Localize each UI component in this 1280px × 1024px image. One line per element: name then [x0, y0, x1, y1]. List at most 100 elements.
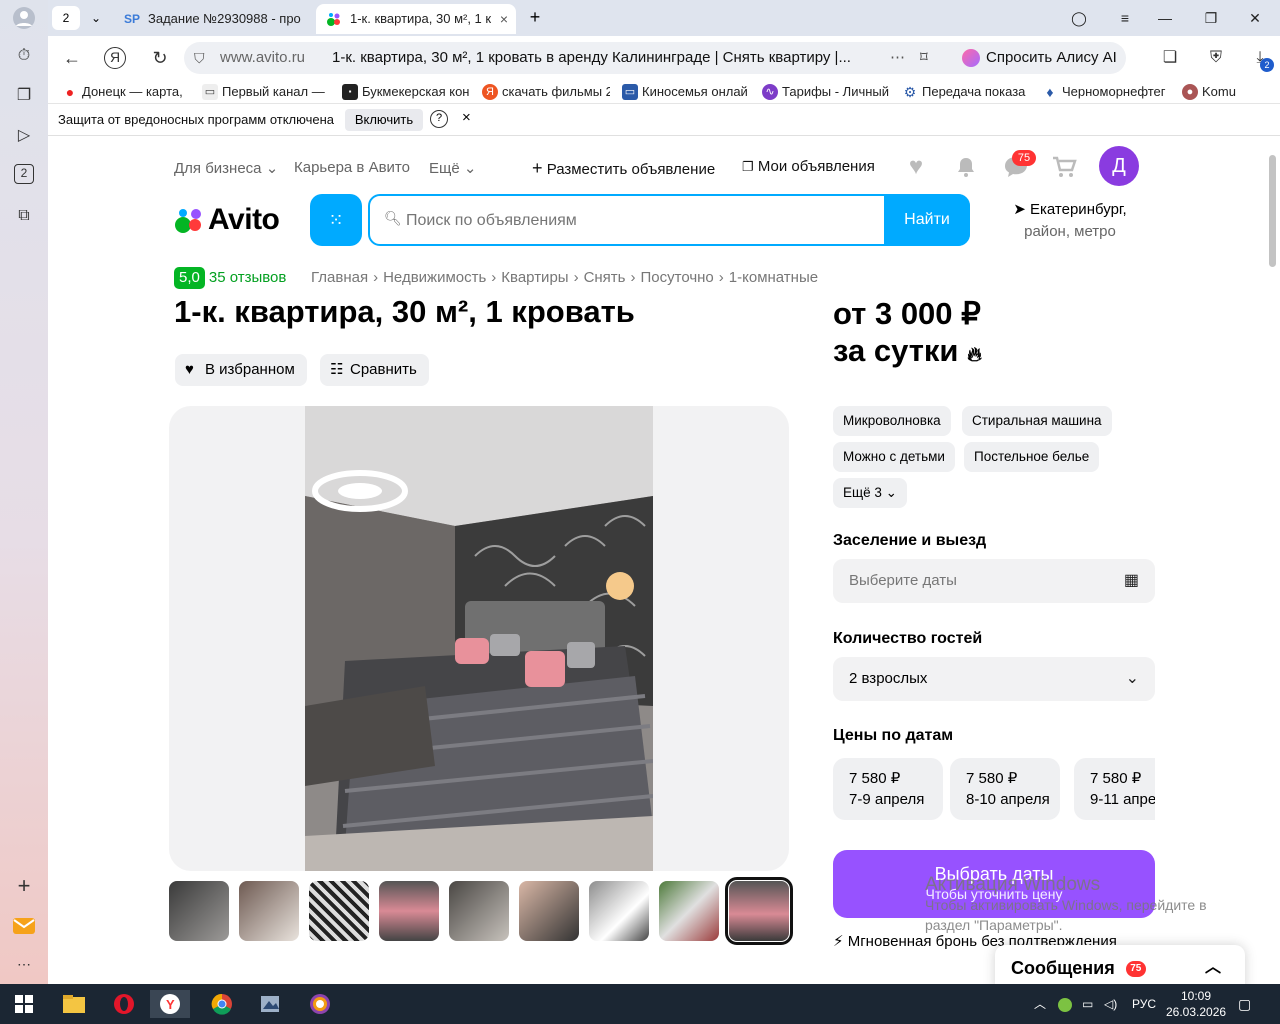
yandex-browser-icon[interactable]: Y [150, 990, 190, 1018]
search-input[interactable] [406, 208, 866, 234]
translate-icon[interactable]: ⛨ [1204, 46, 1228, 70]
url-bar[interactable]: ⛉ www.avito.ru 1-к. квартира, 30 м², 1 к… [184, 42, 994, 74]
cart-icon[interactable] [1050, 153, 1078, 181]
price-card[interactable]: 7 580 ₽9-11 апреля [1074, 758, 1155, 820]
thumbnail[interactable] [309, 881, 369, 941]
shield-icon[interactable]: ⛉ [194, 42, 205, 74]
network-icon[interactable]: ▭ [1082, 984, 1093, 1024]
account-icon[interactable]: ◯ [1064, 6, 1094, 30]
breadcrumb-item[interactable]: 1-комнатные [729, 269, 818, 286]
new-tab-button[interactable]: + [524, 7, 546, 29]
seller-rating[interactable]: 5,0 35 отзывов [174, 267, 286, 289]
breadcrumb-item[interactable]: Главная [311, 269, 368, 286]
thumbnail[interactable] [169, 881, 229, 941]
bookmark-item[interactable]: ∿ Тарифы - Личный [762, 83, 890, 101]
bookmark-item[interactable]: ▭ Киносемья онлай [622, 83, 750, 101]
tray-app-icon[interactable] [1058, 984, 1072, 1024]
more-icon[interactable]: ⋯ [12, 952, 36, 976]
close-infobar-icon[interactable]: × [462, 109, 471, 126]
language-indicator[interactable]: РУС [1132, 984, 1156, 1024]
profile-icon[interactable] [12, 6, 36, 30]
media-icon[interactable]: ▷ [12, 124, 36, 148]
user-avatar[interactable]: Д [1099, 146, 1139, 186]
app-icon[interactable] [250, 990, 290, 1018]
bookmark-icon[interactable]: ⌑ [920, 42, 928, 74]
avito-logo-icon[interactable] [175, 207, 205, 233]
breadcrumb-item[interactable]: Снять [584, 269, 626, 286]
favorite-button[interactable]: ♥ В избранном [175, 354, 307, 386]
more-link[interactable]: Ещё ⌄ [429, 159, 476, 177]
bookmark-item[interactable]: ♦ Черноморнефтег [1042, 83, 1170, 101]
bookmark-item[interactable]: ▪ Букмекерская кон [342, 83, 470, 101]
reader-icon[interactable]: ❏ [1158, 46, 1182, 70]
price-card[interactable]: 7 580 ₽7-9 апреля [833, 758, 943, 820]
add-icon[interactable]: + [12, 874, 36, 898]
career-link[interactable]: Карьера в Авито [294, 159, 410, 176]
bookmark-item[interactable]: ▭ Первый канал — с [202, 83, 326, 101]
thumbnail[interactable] [379, 881, 439, 941]
tab-task[interactable]: SP Задание №2930988 - про [114, 4, 310, 34]
mail-icon[interactable] [12, 914, 36, 938]
search-button[interactable]: Найти [884, 194, 970, 246]
back-icon[interactable]: ← [60, 46, 84, 70]
thumbnail[interactable] [589, 881, 649, 941]
messages-panel[interactable]: Сообщения 75 ︿ [995, 945, 1245, 984]
explorer-icon[interactable] [54, 990, 94, 1018]
for-business-link[interactable]: Для бизнеса ⌄ [174, 159, 278, 177]
reload-icon[interactable]: ↻ [148, 46, 172, 70]
ask-alice-button[interactable]: Спросить Алису AI [954, 42, 1126, 74]
notifications-bell-icon[interactable] [952, 153, 980, 181]
avito-logo[interactable]: Avito [208, 203, 280, 237]
more-tags-button[interactable]: Ещё 3 ⌄ [833, 478, 907, 508]
bookmark-item[interactable]: ⚙ Передача показа [902, 83, 1030, 101]
tab-group-icon[interactable]: 2 [14, 164, 34, 184]
thumbnail[interactable] [449, 881, 509, 941]
dates-field[interactable]: Выберите даты ▦ [833, 559, 1155, 603]
enable-protection-button[interactable]: Включить [345, 109, 423, 131]
reviews-link[interactable]: 35 отзывов [209, 269, 287, 286]
post-ad-button[interactable]: + Разместить объявление [532, 158, 715, 179]
history-icon[interactable]: ⏱ [12, 44, 36, 68]
collections-icon[interactable]: ❐ [12, 84, 36, 108]
page-scrollbar[interactable] [1266, 137, 1280, 984]
location-selector[interactable]: ➤ Екатеринбург, район, метро [1000, 199, 1140, 243]
screenshot-icon[interactable]: ⧉ [12, 204, 36, 228]
breadcrumb-item[interactable]: Посуточно [641, 269, 714, 286]
notifications-icon[interactable]: ▢ [1238, 984, 1251, 1024]
windows-start-icon[interactable] [4, 990, 44, 1018]
thumbnail[interactable] [659, 881, 719, 941]
thumbnail[interactable] [239, 881, 299, 941]
restore-button[interactable]: ❐ [1196, 6, 1226, 30]
opera-icon[interactable] [104, 990, 144, 1018]
thumbnail[interactable] [519, 881, 579, 941]
bookmark-item[interactable]: Яскачать фильмы 2 [482, 83, 610, 101]
clock[interactable]: 10:09 26.03.2026 [1166, 988, 1226, 1020]
price-card[interactable]: 7 580 ₽8-10 апреля [950, 758, 1060, 820]
volume-icon[interactable]: ◁) [1104, 984, 1117, 1024]
favorites-heart-icon[interactable]: ♥ [902, 153, 930, 181]
close-tab-icon[interactable]: × [500, 4, 508, 34]
tab-counter[interactable]: 2 [52, 6, 80, 30]
paint-icon[interactable] [300, 990, 340, 1018]
menu-icon[interactable]: ≡ [1110, 6, 1140, 30]
thumbnail-selected[interactable] [725, 877, 793, 945]
photo-gallery[interactable] [169, 406, 789, 871]
compare-button[interactable]: ☷ Сравнить [320, 354, 429, 386]
bookmark-item[interactable]: ● Донецк — карта, с [62, 83, 186, 101]
bookmark-item[interactable]: ● Komu [1182, 83, 1250, 101]
guests-select[interactable]: 2 взрослых ⌄ [833, 657, 1155, 701]
chevron-up-icon[interactable]: ︿ [1205, 945, 1221, 984]
tab-avito[interactable]: 1-к. квартира, 30 м², 1 к × [316, 4, 516, 34]
breadcrumb-item[interactable]: Квартиры [501, 269, 568, 286]
yandex-icon[interactable]: Я [104, 47, 126, 69]
tab-list-chevron-icon[interactable]: ⌄ [84, 6, 108, 30]
main-photo[interactable] [305, 406, 653, 871]
chrome-icon[interactable] [202, 990, 242, 1018]
close-window-button[interactable]: ✕ [1240, 6, 1270, 30]
my-ads-button[interactable]: ❐ Мои объявления [742, 158, 875, 175]
scrollbar-thumb[interactable] [1269, 155, 1276, 267]
minimize-button[interactable]: — [1150, 6, 1180, 30]
breadcrumb-item[interactable]: Недвижимость [383, 269, 486, 286]
tray-chevron-icon[interactable]: ︿ [1034, 984, 1046, 1024]
more-actions-icon[interactable]: ⋯ [890, 42, 905, 74]
